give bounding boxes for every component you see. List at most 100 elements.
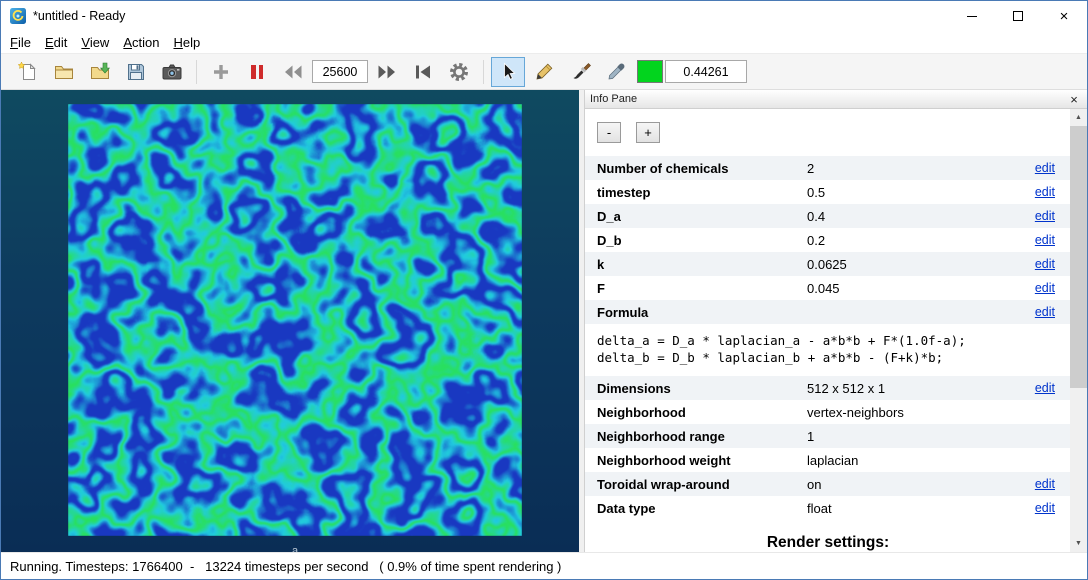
info-pane-scrollbar[interactable]: ▲ ▼ [1070,109,1087,552]
edit-link[interactable]: edit [1035,233,1055,247]
toolbar: 25600 0.44261 [1,53,1087,90]
screenshot-button[interactable] [155,57,189,87]
edit-link[interactable]: edit [1035,477,1055,491]
menu-action[interactable]: Action [116,32,166,53]
maximize-button[interactable] [995,1,1041,31]
row-value: float [807,500,832,516]
brush-value-field[interactable]: 0.44261 [665,60,747,83]
timesteps-per-render-field[interactable]: 25600 [312,60,368,83]
row-label: Data type [597,500,656,516]
chemical-label: a [291,545,299,552]
reaction-diffusion-pattern[interactable] [68,104,522,536]
table-row: F 0.045 edit [585,276,1071,300]
row-value: on [807,476,822,492]
row-label: Neighborhood [597,404,686,420]
edit-link[interactable]: edit [1035,185,1055,199]
pencil-tool-button[interactable] [527,57,561,87]
text-size-buttons: - + [585,109,1087,143]
table-row: Toroidal wrap-around on edit [585,472,1071,496]
title-bar: *untitled - Ready × [1,1,1087,31]
edit-link[interactable]: edit [1035,161,1055,175]
edit-link[interactable]: edit [1035,209,1055,223]
scroll-up-arrow[interactable]: ▲ [1070,109,1087,126]
close-button[interactable]: × [1041,1,1087,31]
table-row: Neighborhood range 1 [585,424,1071,448]
brush-icon [573,62,591,79]
menu-edit[interactable]: Edit [38,32,74,53]
open-folder-icon [55,65,73,79]
menu-help[interactable]: Help [166,32,207,53]
info-pane-close-button[interactable]: × [1066,92,1082,107]
table-row: Dimensions 512 x 512 x 1 edit [585,376,1071,400]
table-row: Neighborhood vertex-neighbors [585,400,1071,424]
pause-button[interactable] [240,57,274,87]
run-settings-button[interactable] [442,57,476,87]
decrease-text-button[interactable]: - [597,122,621,143]
timesteps-per-render-value: 25600 [322,64,358,79]
edit-link[interactable]: edit [1035,281,1055,295]
row-label: F [597,280,605,296]
menu-bar: File Edit View Action Help [1,31,1087,53]
save-button[interactable] [119,57,153,87]
table-row: Formula edit [585,300,1071,324]
scroll-down-arrow[interactable]: ▼ [1070,535,1087,552]
new-file-icon [17,60,36,80]
maximize-icon [1013,11,1023,21]
row-value: 2 [807,160,815,176]
menu-file[interactable]: File [3,32,38,53]
brush-tool-button[interactable] [563,57,597,87]
open-recent-button[interactable] [83,57,117,87]
toolbar-separator [483,59,484,84]
row-label: k [597,256,605,272]
row-label: Number of chemicals [597,160,729,176]
scrollbar-thumb[interactable] [1070,126,1087,388]
info-pane-body: - + Number of chemicals 2 edit timestep … [585,109,1087,552]
row-label: Neighborhood weight [597,452,731,468]
toolbar-separator [196,59,197,84]
close-icon: × [1059,7,1069,25]
main-content: a Info Pane × - + Number of chemicals 2 … [1,90,1087,552]
slower-button[interactable] [276,57,310,87]
menu-view[interactable]: View [74,32,116,53]
row-value: 0.5 [807,184,826,200]
render-canvas-area[interactable]: a [1,90,579,552]
info-pane-caption: Info Pane × [585,90,1087,109]
row-label: D_b [597,232,622,248]
reset-button[interactable] [406,57,440,87]
eyedropper-icon [608,63,625,79]
minimize-button[interactable] [949,1,995,31]
brush-color-swatch[interactable] [637,60,663,83]
picker-tool-button[interactable] [599,57,633,87]
new-pattern-button[interactable] [11,57,45,87]
table-row: D_a 0.4 edit [585,204,1071,228]
run-button[interactable] [204,57,238,87]
pencil-icon [536,63,553,80]
minimize-icon [967,15,977,17]
gear-icon [450,62,468,81]
row-value: 0.045 [807,280,840,296]
window-controls: × [949,1,1087,31]
row-value: 0.4 [807,208,826,224]
pointer-tool-button[interactable] [491,56,525,87]
brush-value: 0.44261 [683,64,729,79]
table-row: D_b 0.2 edit [585,228,1071,252]
cursor-icon [504,62,516,80]
app-icon [10,8,26,24]
edit-link[interactable]: edit [1035,257,1055,271]
info-pane-title: Info Pane [590,93,638,105]
table-row: Data type float edit [585,496,1071,520]
edit-link[interactable]: edit [1035,381,1055,395]
faster-button[interactable] [370,57,404,87]
edit-link[interactable]: edit [1035,305,1055,319]
row-label: Neighborhood range [597,428,725,444]
formula-line: delta_a = D_a * laplacian_a - a*b*b + F*… [597,333,966,348]
open-pattern-button[interactable] [47,57,81,87]
parameter-table: Number of chemicals 2 edit timestep 0.5 … [585,156,1071,520]
row-value: 1 [807,428,815,444]
row-value: 0.2 [807,232,826,248]
increase-text-button[interactable]: + [636,122,660,143]
render-settings-heading: Render settings: [766,534,890,551]
edit-link[interactable]: edit [1035,501,1055,515]
window-title: *untitled - Ready [33,9,126,23]
info-pane: Info Pane × - + Number of chemicals 2 ed… [584,90,1087,552]
